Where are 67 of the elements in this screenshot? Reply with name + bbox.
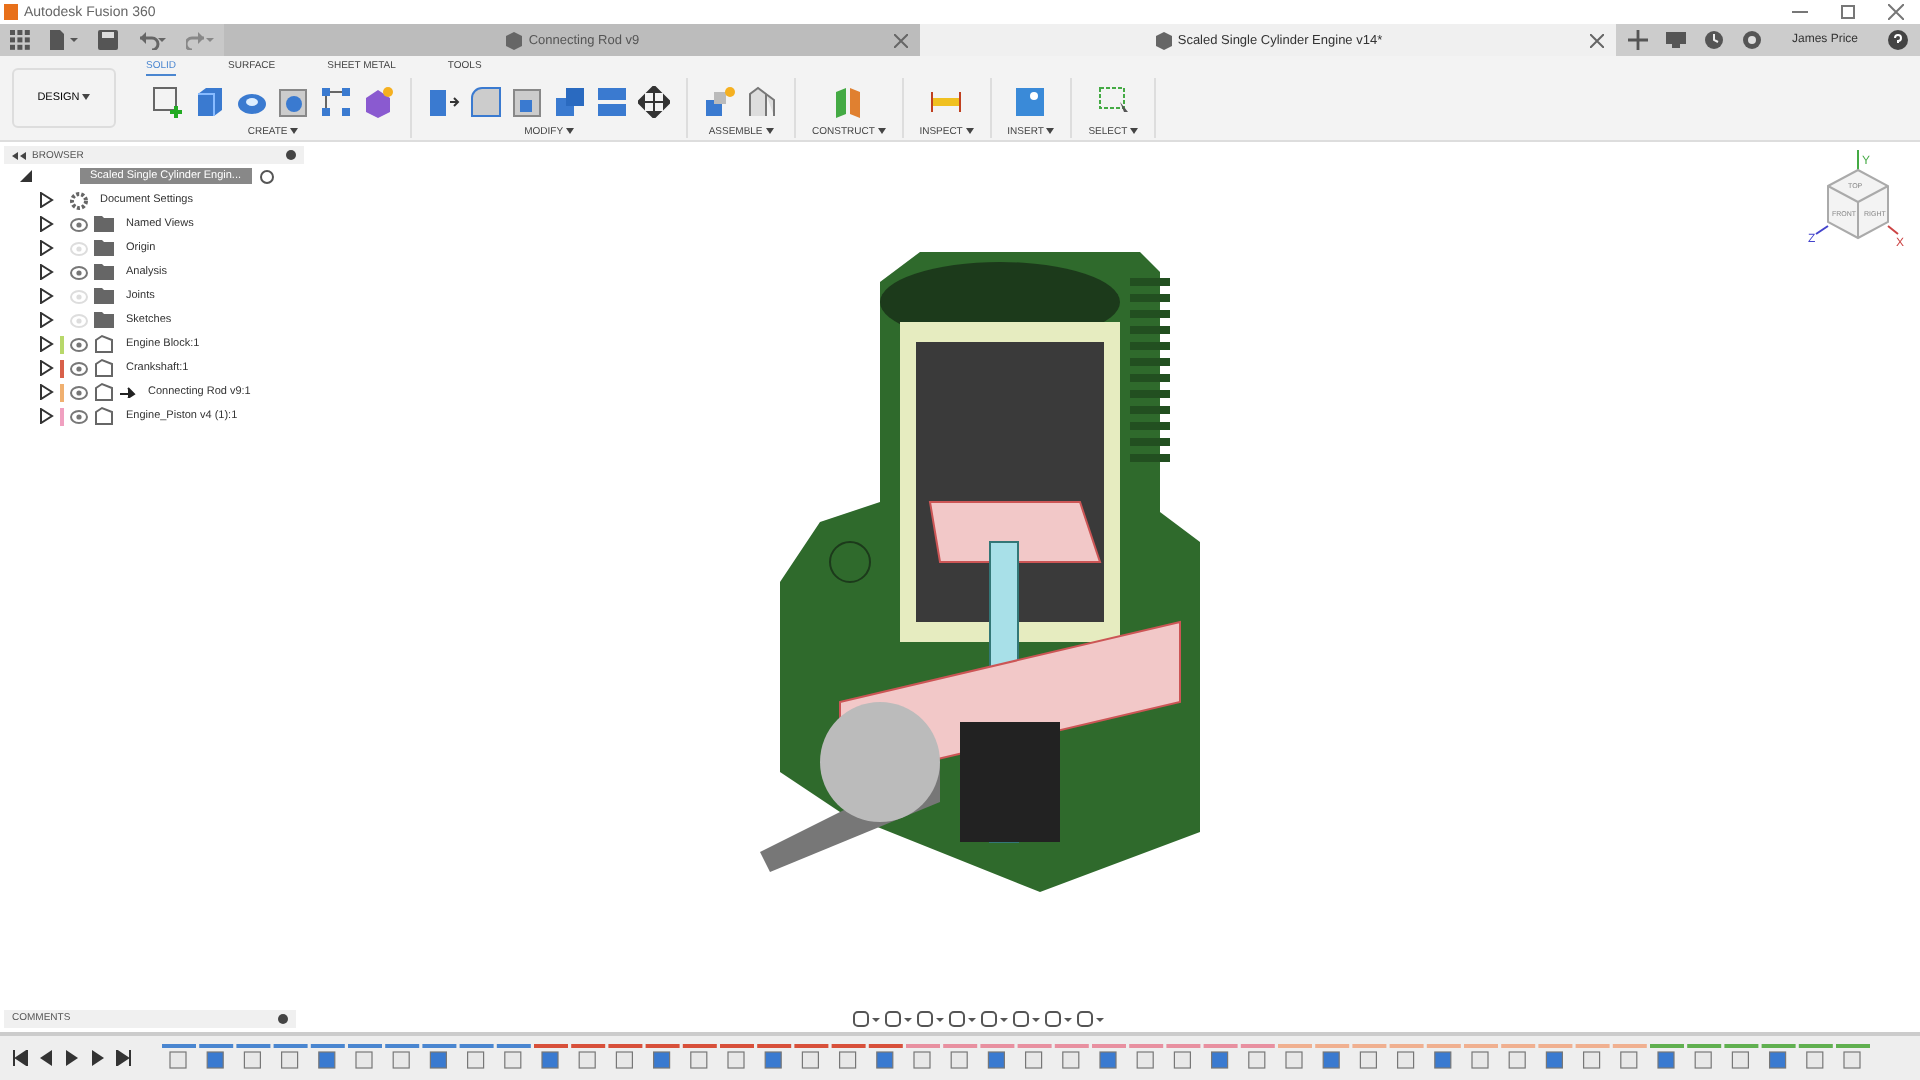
navigation-tool-icon[interactable] <box>1012 1009 1040 1027</box>
move-tool-icon[interactable] <box>638 86 670 118</box>
eye-icon[interactable] <box>70 409 88 423</box>
file-icon[interactable] <box>50 30 78 50</box>
sketch-tool-icon[interactable] <box>152 86 184 118</box>
caret-icon <box>82 94 91 100</box>
app-logo-icon <box>4 4 18 20</box>
step-forward-icon[interactable] <box>90 1050 106 1066</box>
caret-icon <box>290 128 299 134</box>
app-grid-icon[interactable] <box>10 30 30 50</box>
part-icon <box>504 31 523 49</box>
close-icon[interactable] <box>1590 33 1604 47</box>
caret-icon <box>1046 128 1055 134</box>
part-icon <box>1153 31 1172 49</box>
select-tool-icon[interactable] <box>1097 86 1130 118</box>
eye-icon[interactable] <box>70 217 88 231</box>
caret-icon <box>965 128 974 134</box>
navigation-tool-icon[interactable] <box>1044 1009 1072 1027</box>
shell-tool-icon[interactable] <box>512 86 544 118</box>
pin-icon[interactable] <box>278 1013 288 1023</box>
pattern-tool-icon[interactable] <box>320 86 352 118</box>
restore-icon[interactable] <box>1840 4 1856 20</box>
eye-icon[interactable] <box>70 361 88 375</box>
help-icon[interactable] <box>1888 30 1909 50</box>
navigation-tool-icon[interactable] <box>916 1009 944 1027</box>
notification-icon[interactable] <box>1742 30 1762 50</box>
box-tool-icon[interactable] <box>194 86 226 118</box>
eye-icon[interactable] <box>70 265 88 279</box>
hole-tool-icon[interactable] <box>278 86 310 118</box>
skip-end-icon[interactable] <box>116 1050 132 1066</box>
collapse-panel-icon[interactable] <box>12 151 26 159</box>
eye-icon[interactable] <box>70 385 88 399</box>
save-icon[interactable] <box>98 30 118 50</box>
image-tool-icon[interactable] <box>1014 86 1047 118</box>
presspull-tool-icon[interactable] <box>428 86 460 118</box>
fillet-tool-icon[interactable] <box>470 86 502 118</box>
play-icon[interactable] <box>64 1050 80 1066</box>
history-icon[interactable] <box>1704 30 1724 50</box>
gear-icon <box>70 191 88 209</box>
pin-icon[interactable] <box>286 150 296 160</box>
combine-tool-icon[interactable] <box>554 86 586 118</box>
navigation-tool-icon[interactable] <box>884 1009 912 1027</box>
navigation-tool-icon[interactable] <box>948 1009 976 1027</box>
new-tab-icon[interactable] <box>1628 30 1648 50</box>
caret-icon <box>765 128 774 134</box>
measure-tool-icon[interactable] <box>930 86 963 118</box>
caret-icon <box>877 128 886 134</box>
undo-icon[interactable] <box>138 30 166 50</box>
caret-icon <box>565 128 574 134</box>
navigation-tool-icon[interactable] <box>1076 1009 1104 1027</box>
close-icon[interactable] <box>894 33 908 47</box>
job-status-icon[interactable] <box>1666 30 1686 50</box>
offset-tool-icon[interactable] <box>596 86 628 118</box>
navigation-tool-icon[interactable] <box>980 1009 1008 1027</box>
plane-tool-icon[interactable] <box>832 86 865 118</box>
joint-tool-icon[interactable] <box>746 86 778 118</box>
collapse-icon[interactable] <box>20 170 32 182</box>
close-icon[interactable] <box>1888 4 1904 20</box>
eye-icon[interactable] <box>70 337 88 351</box>
step-back-icon[interactable] <box>38 1050 54 1066</box>
caret-icon <box>1129 128 1138 134</box>
component-tool-icon[interactable] <box>704 86 736 118</box>
form-tool-icon[interactable] <box>362 86 394 118</box>
skip-start-icon[interactable] <box>12 1050 28 1066</box>
activate-icon[interactable] <box>259 169 274 183</box>
link-arrow-icon <box>120 386 136 398</box>
navigation-tool-icon[interactable] <box>852 1009 880 1027</box>
